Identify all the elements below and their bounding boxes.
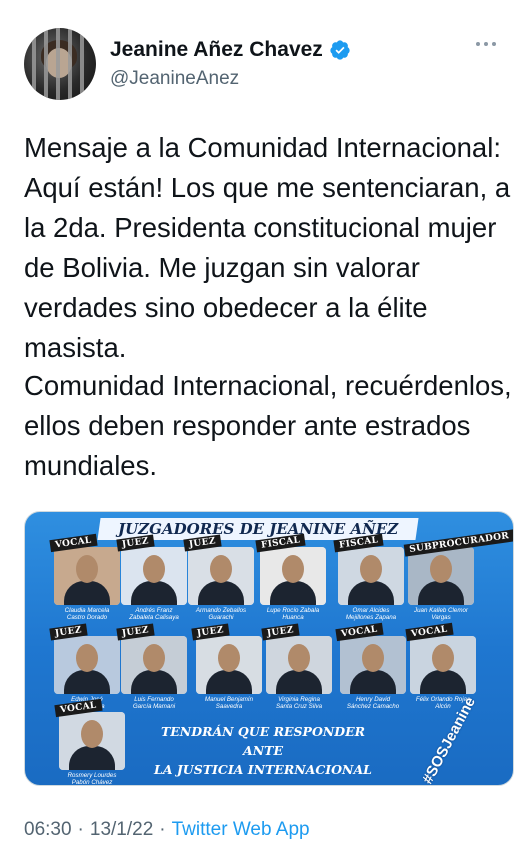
- author-handle[interactable]: @JeanineAnez: [110, 68, 239, 90]
- media-banner-text: JUZGADORES DE JEANINE AÑEZ: [117, 520, 399, 538]
- judge-name: Juan Kalleb Clemor Vargas: [408, 607, 474, 621]
- judge-name-line: Claudia Marcela: [64, 607, 110, 614]
- verified-badge-icon: [330, 40, 350, 60]
- photo-head: [81, 720, 103, 748]
- judge-name-line: Huanca: [282, 614, 304, 621]
- judge-name-line: Santa Cruz Silva: [275, 703, 323, 710]
- judge-name-line: Lupe Rocío Zabala: [266, 607, 320, 614]
- judge-card: FISCAL Lupe Rocío Zabala Huanca: [255, 533, 326, 621]
- judge-name: Andrés Franz Zabaleta Calisaya: [121, 607, 187, 621]
- judge-name-line: Saavedra: [215, 703, 243, 710]
- judge-name: Omar Alcides Mejillones Zapana: [338, 607, 404, 621]
- slogan-line: LA JUSTICIA INTERNACIONAL: [154, 762, 372, 777]
- judge-photo: [54, 547, 120, 605]
- avatar-bar: [80, 28, 84, 100]
- photo-head: [362, 644, 384, 672]
- judge-name-line: Henry David: [355, 696, 391, 703]
- photo-head: [143, 555, 165, 583]
- photo-head: [430, 555, 452, 583]
- hashtag-stamp: #SOSJeanine: [419, 694, 479, 785]
- judge-card: JUEZEdwin JoséBlanco Soria: [49, 623, 120, 710]
- judge-photo: [196, 636, 262, 694]
- avatar-bar: [68, 28, 72, 100]
- judge-card: JUEZ Andrés Franz Zabaleta Calisaya: [116, 534, 187, 621]
- avatar-bar: [32, 28, 36, 100]
- tweet-text-paragraph: Comunidad Internacional, recuérdenlos, e…: [24, 370, 512, 481]
- photo-head: [432, 644, 454, 672]
- judge-name: Claudia Marcela Castro Dorado: [54, 607, 120, 621]
- judge-name: Virginia Regina Santa Cruz Silva: [266, 696, 332, 710]
- photo-head: [282, 555, 304, 583]
- judge-name-line: Guarachi: [208, 614, 234, 621]
- tweet-time[interactable]: 06:30: [24, 819, 72, 841]
- photo-head: [210, 555, 232, 583]
- tweet-text-paragraph: Mensaje a la Comunidad Internacional: Aq…: [24, 132, 511, 363]
- judge-name-line: Virginia Regina: [278, 696, 320, 703]
- judge-name: Lupe Rocío Zabala Huanca: [260, 607, 326, 621]
- judge-card: VOCAL Rosmery Lourdes Pabón Chávez: [54, 698, 125, 786]
- separator-dot: ·: [159, 819, 166, 840]
- tweet-footer: 06:30 · 13/1/22 · Twitter Web App: [24, 819, 310, 841]
- judge-photo: [266, 636, 332, 694]
- judge-name-line: Omar Alcides: [352, 607, 390, 614]
- judge-name: Luis Fernando García Mamani: [121, 696, 187, 710]
- judge-name-line: Armando Zeballos: [195, 607, 247, 614]
- author-name-row[interactable]: Jeanine Añez Chavez: [110, 38, 351, 62]
- photo-head: [76, 555, 98, 583]
- judge-name: Henry David Sánchez Camacho: [340, 696, 406, 710]
- judge-card: JUEZ Armando Zeballos Guarachi: [183, 534, 254, 621]
- judge-photo: [338, 547, 404, 605]
- tweet-header: Jeanine Añez Chavez @JeanineAnez: [24, 24, 502, 104]
- judge-name-line: Juan Kalleb Clemor: [414, 607, 468, 614]
- judge-photo: [121, 547, 187, 605]
- avatar[interactable]: [24, 28, 96, 100]
- judge-name-line: Mejillones Zapana: [345, 614, 397, 621]
- judge-photo: [54, 636, 120, 694]
- judge-photo: [410, 636, 476, 694]
- avatar-bar: [56, 28, 60, 100]
- ellipsis-icon[interactable]: [474, 40, 498, 48]
- judge-name-line: Vargas: [431, 614, 451, 621]
- author-name[interactable]: Jeanine Añez Chavez: [110, 38, 323, 62]
- avatar-bar: [44, 28, 48, 100]
- photo-head: [76, 644, 98, 672]
- media-slogan: TENDRÁN QUE RESPONDER ANTE LA JUSTICIA I…: [143, 722, 383, 779]
- judge-photo: [188, 547, 254, 605]
- photo-head: [143, 644, 165, 672]
- judge-name-line: Sánchez Camacho: [346, 703, 400, 710]
- judge-card: JUEZ Manuel Benjamín Saavedra: [191, 623, 262, 710]
- judge-name-line: Manuel Benjamín: [204, 696, 254, 703]
- judge-name: Rosmery Lourdes Pabón Chávez: [59, 772, 125, 786]
- judge-photo: [340, 636, 406, 694]
- judge-card: JUEZ Virginia Regina Santa Cruz Silva: [261, 623, 332, 710]
- judge-name-line: Pabón Chávez: [71, 779, 113, 786]
- judge-card: VOCAL Claudia Marcela Castro Dorado: [49, 533, 120, 621]
- judge-name-line: Castro Dorado: [66, 614, 108, 621]
- judge-photo: [59, 712, 125, 770]
- judge-card: JUEZ Luis Fernando García Mamani: [116, 623, 187, 710]
- judge-photo: [408, 547, 474, 605]
- judge-name-line: García Mamani: [132, 703, 176, 710]
- photo-head: [360, 555, 382, 583]
- judge-name-line: Rosmery Lourdes: [67, 772, 117, 779]
- judge-photo: [260, 547, 326, 605]
- tweet-source[interactable]: Twitter Web App: [172, 819, 310, 841]
- judge-name-line: Zabaleta Calisaya: [129, 614, 179, 621]
- judge-card: SUBPROCURADOR Juan Kalleb Clemor Vargas: [403, 529, 513, 621]
- photo-head: [288, 644, 310, 672]
- slogan-line: TENDRÁN QUE RESPONDER ANTE: [160, 724, 366, 758]
- separator-dot: ·: [77, 819, 84, 840]
- tweet-media-image[interactable]: JUZGADORES DE JEANINE AÑEZ VOCAL Claudia …: [24, 511, 514, 786]
- judge-name: Manuel Benjamín Saavedra: [196, 696, 262, 710]
- tweet-date[interactable]: 13/1/22: [90, 819, 153, 841]
- photo-head: [218, 644, 240, 672]
- judge-name-line: Luis Fernando: [134, 696, 174, 703]
- judge-photo: [121, 636, 187, 694]
- judge-card: FISCAL Omar Alcides Mejillones Zapana: [333, 533, 404, 621]
- judge-name-line: Andrés Franz: [135, 607, 173, 614]
- judge-name: Armando Zeballos Guarachi: [188, 607, 254, 621]
- judge-card: VOCAL Henry David Sánchez Camacho: [335, 622, 406, 710]
